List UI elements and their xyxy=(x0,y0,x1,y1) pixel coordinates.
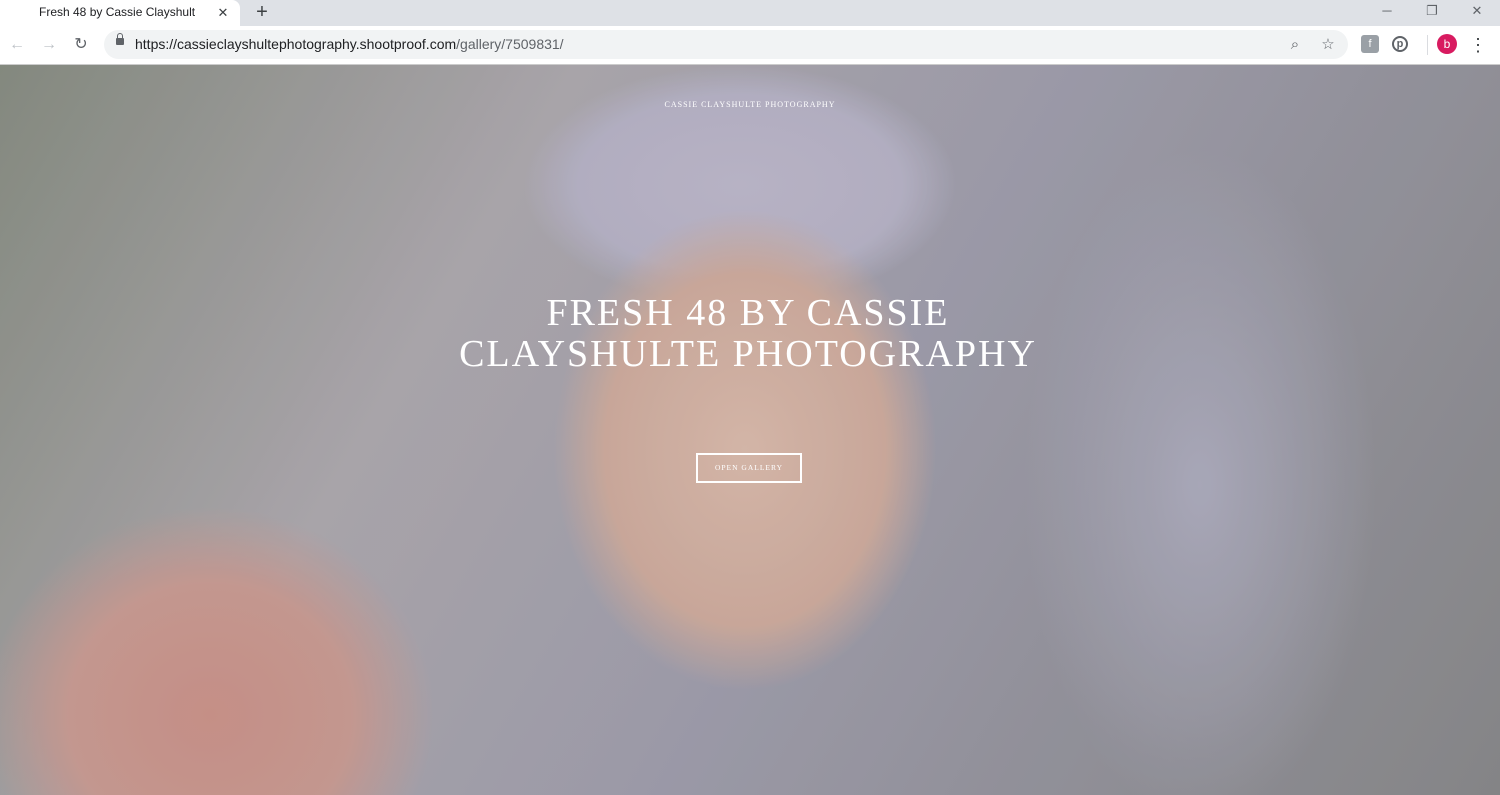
back-icon[interactable]: ← xyxy=(6,34,28,56)
bookmark-star-icon[interactable]: ☆ xyxy=(1318,35,1338,55)
url-path: /gallery/7509831/ xyxy=(456,36,564,52)
url-host: https://cassieclayshultephotography.shoo… xyxy=(135,36,457,52)
minimize-icon[interactable]: ─ xyxy=(1364,0,1410,26)
gallery-title: Fresh 48 by Cassie Clayshulte Photograph… xyxy=(459,292,1037,375)
open-gallery-button[interactable]: Open Gallery xyxy=(696,453,802,483)
tab-close-icon[interactable]: ✕ xyxy=(214,4,232,22)
forward-icon[interactable]: → xyxy=(38,34,60,56)
toolbar-divider xyxy=(1427,35,1428,55)
studio-brand[interactable]: Cassie Clayshulte Photography xyxy=(0,100,1500,109)
restore-icon[interactable]: ❐ xyxy=(1409,0,1455,26)
window-close-icon[interactable]: ✕ xyxy=(1454,0,1500,26)
url-text[interactable]: https://cassieclayshultephotography.shoo… xyxy=(135,36,564,52)
profile-avatar[interactable]: b xyxy=(1437,34,1457,54)
browser-tab-strip: Fresh 48 by Cassie Clayshulte Photograph… xyxy=(0,0,1500,26)
pinterest-icon[interactable]: p xyxy=(1392,36,1408,52)
active-tab[interactable]: Fresh 48 by Cassie Clayshulte Photograph… xyxy=(0,0,240,26)
reload-icon[interactable]: ↻ xyxy=(70,34,92,56)
new-tab-button[interactable]: + xyxy=(250,1,274,25)
feedly-icon[interactable]: f xyxy=(1361,35,1379,53)
tab-title: Fresh 48 by Cassie Clayshulte Photograph… xyxy=(39,5,195,19)
hero-overlay xyxy=(0,65,1500,795)
gallery-hero: Cassie Clayshulte Photography Fresh 48 b… xyxy=(0,65,1500,795)
address-bar[interactable]: https://cassieclayshultephotography.shoo… xyxy=(104,30,1348,59)
lock-icon xyxy=(116,33,124,45)
browser-toolbar: ← → ↻ https://cassieclayshultephotograph… xyxy=(0,26,1500,65)
zoom-icon[interactable]: ⌕ xyxy=(1285,35,1305,55)
browser-menu-icon[interactable]: ⋮ xyxy=(1467,34,1489,56)
